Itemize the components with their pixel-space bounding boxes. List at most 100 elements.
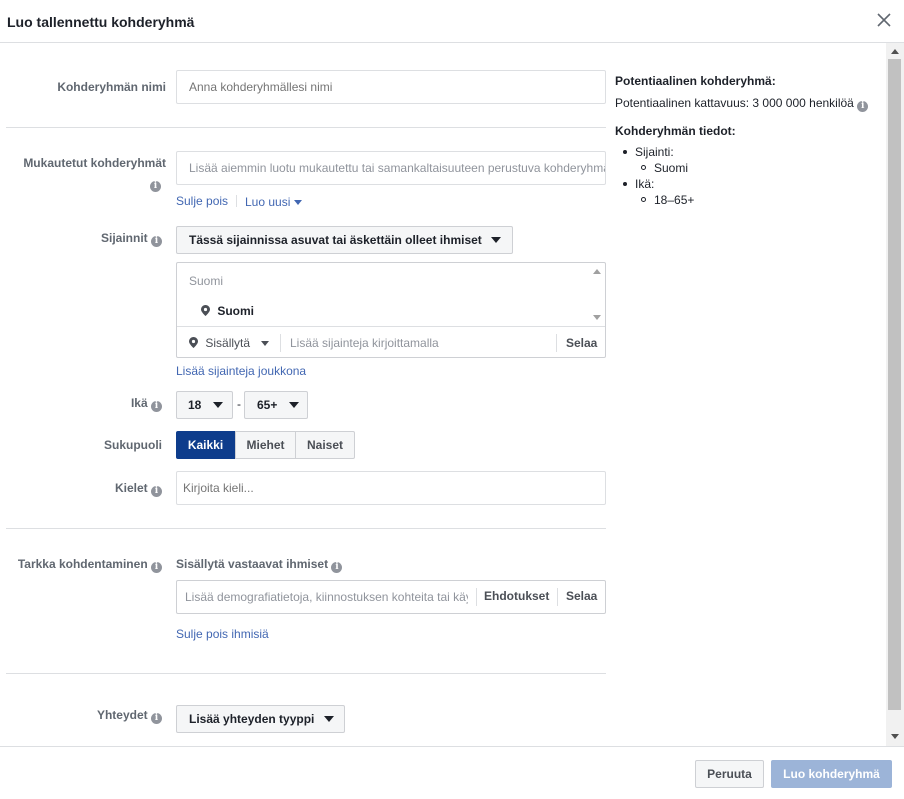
detailed-targeting-input[interactable]: Lisää demografiatietoja, kiinnostuksen k… <box>185 590 468 604</box>
close-icon[interactable] <box>874 10 894 30</box>
languages-label: Kielet i <box>80 481 162 497</box>
location-pin-icon <box>189 337 198 348</box>
location-selected-label: Suomi <box>217 304 255 318</box>
include-label: Sisällytä <box>205 336 251 350</box>
divider <box>556 334 557 352</box>
location-box: Suomi Suomi Sisällytä Lisää sijainteja k… <box>176 262 606 358</box>
scrollbar-thumb[interactable] <box>888 59 901 710</box>
divider <box>6 127 606 128</box>
custom-audiences-label: Mukautetut kohderyhmät <box>23 156 166 170</box>
detailed-targeting-box: Lisää demografiatietoja, kiinnostuksen k… <box>176 580 606 614</box>
gender-option-women[interactable]: Naiset <box>295 431 355 459</box>
summary-age-value-item: 18–65+ <box>641 193 694 207</box>
bullet <box>641 165 646 170</box>
chevron-down-icon <box>293 200 302 205</box>
divider <box>280 334 281 352</box>
summary-age-value: 18–65+ <box>654 193 695 207</box>
bullet <box>641 197 646 202</box>
create-new-label: Luo uusi <box>245 195 291 209</box>
location-selected-item[interactable]: Suomi <box>201 304 254 318</box>
bullet <box>623 182 627 186</box>
scroll-down-icon[interactable] <box>593 315 601 320</box>
potential-reach: Potentiaalinen kattavuus: 3 000 000 henk… <box>615 96 869 112</box>
age-min-value: 18 <box>188 398 202 412</box>
suggestions-button[interactable]: Ehdotukset <box>484 589 549 603</box>
connection-type-dropdown[interactable]: Lisää yhteyden tyyppi <box>176 705 345 733</box>
age-min-dropdown[interactable]: 18 <box>176 391 233 419</box>
summary-location-value-item: Suomi <box>641 161 688 175</box>
cancel-button[interactable]: Peruuta <box>695 760 764 788</box>
location-group-header: Suomi <box>189 274 224 288</box>
summary-age-label: Ikä: <box>635 177 655 191</box>
info-icon[interactable]: i <box>857 101 869 112</box>
location-list-scrollbar[interactable] <box>589 263 605 325</box>
audience-name-input[interactable] <box>176 70 606 104</box>
chevron-down-icon <box>323 716 334 722</box>
exclude-custom-audiences-link[interactable]: Sulje pois <box>176 194 228 208</box>
connections-label-text: Yhteydet <box>96 708 148 722</box>
info-icon[interactable]: i <box>151 236 162 247</box>
link-separator <box>236 195 237 207</box>
age-label: Ikä i <box>100 396 162 412</box>
include-matching-text: Sisällytä vastaavat ihmiset <box>176 557 329 571</box>
divider <box>557 588 558 606</box>
summary-location-value: Suomi <box>654 161 689 175</box>
audience-details-title: Kohderyhmän tiedot: <box>615 124 736 138</box>
bulk-locations-link[interactable]: Lisää sijainteja joukkona <box>176 364 306 378</box>
create-audience-button[interactable]: Luo kohderyhmä <box>771 760 892 788</box>
info-icon[interactable]: i <box>151 713 162 724</box>
info-icon[interactable]: i <box>151 486 162 497</box>
include-matching-label: Sisällytä vastaavat ihmiset i <box>176 557 343 573</box>
bullet <box>623 150 627 154</box>
connection-type-label: Lisää yhteyden tyyppi <box>189 712 315 726</box>
languages-input[interactable] <box>176 471 606 505</box>
divider <box>6 673 606 674</box>
info-icon[interactable]: i <box>151 401 162 412</box>
scroll-up-icon[interactable] <box>891 49 899 54</box>
locations-label: Sijainnit i <box>60 231 162 247</box>
dialog-body: Kohderyhmän nimi Mukautetut kohderyhmät … <box>0 43 886 746</box>
dialog-scrollbar[interactable] <box>886 43 904 746</box>
scroll-up-icon[interactable] <box>593 269 601 274</box>
detailed-targeting-label: Tarkka kohdentaminen i <box>6 557 162 573</box>
info-icon[interactable]: i <box>151 562 162 573</box>
detailed-targeting-label-text: Tarkka kohdentaminen <box>17 557 148 571</box>
info-icon[interactable]: i <box>331 562 343 573</box>
location-type-label: Tässä sijainnissa asuvat tai äskettäin o… <box>189 233 482 247</box>
chevron-down-icon <box>212 402 223 408</box>
gender-option-men[interactable]: Miehet <box>235 431 296 459</box>
exclude-people-link[interactable]: Sulje pois ihmisiä <box>176 627 269 641</box>
summary-age-item: Ikä: <box>623 177 654 191</box>
dialog-title: Luo tallennettu kohderyhmä <box>7 14 195 30</box>
divider <box>177 326 605 327</box>
chevron-down-icon <box>261 341 270 346</box>
scroll-down-icon[interactable] <box>891 734 899 739</box>
age-max-value: 65+ <box>257 398 278 412</box>
dialog-footer: Peruuta Luo kohderyhmä <box>0 746 904 799</box>
potential-reach-text: Potentiaalinen kattavuus: 3 000 000 henk… <box>615 96 854 110</box>
gender-option-all[interactable]: Kaikki <box>176 431 235 459</box>
browse-targeting-button[interactable]: Selaa <box>566 589 597 603</box>
custom-audiences-input[interactable]: Lisää aiemmin luotu mukautettu tai saman… <box>176 151 606 185</box>
connections-label: Yhteydet i <box>60 708 162 724</box>
chevron-down-icon <box>491 237 502 243</box>
age-label-text: Ikä <box>130 396 148 410</box>
info-icon[interactable]: i <box>150 181 161 192</box>
potential-audience-title: Potentiaalinen kohderyhmä: <box>615 74 776 88</box>
browse-locations-button[interactable]: Selaa <box>566 336 597 350</box>
summary-location-label: Sijainti: <box>635 145 674 159</box>
chevron-down-icon <box>288 402 299 408</box>
age-max-dropdown[interactable]: 65+ <box>244 391 308 419</box>
audience-name-label: Kohderyhmän nimi <box>57 80 166 94</box>
dialog-header: Luo tallennettu kohderyhmä <box>0 0 904 43</box>
summary-location-item: Sijainti: <box>623 145 674 159</box>
location-type-dropdown[interactable]: Tässä sijainnissa asuvat tai äskettäin o… <box>176 226 513 254</box>
location-pin-icon <box>201 305 210 316</box>
divider <box>6 528 606 529</box>
divider <box>476 588 477 606</box>
age-separator: - <box>237 397 241 411</box>
locations-label-text: Sijainnit <box>100 231 148 245</box>
location-search-input[interactable]: Lisää sijainteja kirjoittamalla <box>290 336 439 350</box>
create-new-link[interactable]: Luo uusi <box>245 195 302 209</box>
include-dropdown[interactable]: Sisällytä <box>189 336 270 350</box>
